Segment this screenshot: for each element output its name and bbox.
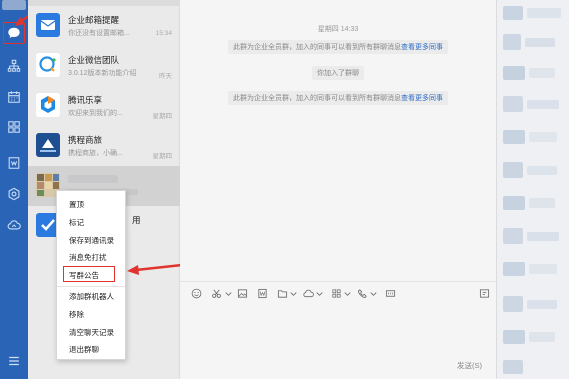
apps-dropdown-icon[interactable] [341, 287, 353, 299]
context-menu: 置顶 标记 保存到通讯录 消息免打扰 写群公告 添加群机器人 移除 清空聊天记录… [56, 190, 126, 360]
item-time: 星期四 [152, 153, 173, 160]
menu-item-mark[interactable]: 标记 [69, 217, 84, 228]
group-name-blurred [68, 175, 118, 183]
calendar-icon[interactable] [5, 88, 23, 106]
word-file-icon[interactable] [256, 287, 268, 299]
folder-dropdown-icon[interactable] [287, 287, 299, 299]
item-time: 15:34 [155, 30, 172, 37]
blurred-block [529, 264, 557, 274]
blurred-block [527, 100, 559, 109]
wecom-team-avatar [36, 53, 60, 77]
blurred-block [529, 198, 555, 208]
lexiang-avatar [36, 93, 60, 117]
chat-window: 星期四 14:33 此群为企业全员群，加入的同事可以看到所有群聊消息查看更多同事… [180, 0, 496, 379]
menu-item-write-announcement[interactable]: 写群公告 [69, 270, 99, 281]
blurred-block [527, 8, 561, 18]
blurred-block [503, 66, 525, 80]
phone-dropdown-icon[interactable] [367, 287, 379, 299]
item-name: 用 [132, 215, 141, 225]
item-preview: 你还没有设置邮箱... [68, 30, 130, 37]
blurred-block [503, 296, 523, 312]
blurred-block [503, 228, 523, 244]
send-button[interactable]: 发送(S) [457, 360, 482, 371]
image-icon[interactable] [236, 287, 248, 299]
user-avatar[interactable] [2, 0, 26, 10]
menu-item-pin[interactable]: 置顶 [69, 199, 84, 210]
list-item[interactable]: 企业邮箱提醒 你还没有设置邮箱... 15:34 [28, 6, 180, 46]
mail-avatar [36, 13, 60, 37]
blurred-block [503, 34, 521, 50]
screenshot-dropdown-icon[interactable] [222, 287, 234, 299]
menu-item-add-bot[interactable]: 添加群机器人 [69, 291, 114, 302]
blurred-block [529, 68, 555, 78]
blurred-block [503, 130, 525, 144]
blurred-block [503, 262, 525, 276]
history-icon[interactable] [478, 287, 490, 299]
item-time: 昨天 [159, 73, 172, 80]
view-more-colleagues-link[interactable]: 查看更多同事 [401, 95, 443, 102]
contacts-icon[interactable] [5, 57, 23, 75]
emoji-icon[interactable] [190, 287, 202, 299]
view-more-colleagues-link[interactable]: 查看更多同事 [401, 44, 443, 51]
item-preview: 3.0.12版本新功能介绍 [68, 70, 137, 77]
member-panel-blurred [496, 0, 569, 379]
item-time: 星期四 [152, 113, 173, 120]
list-item[interactable]: 腾讯乐享 欢迎来到我们的... 星期四 [28, 86, 180, 126]
system-message-text: 你加入了群聊 [317, 70, 359, 77]
system-message-text: 此群为企业全员群，加入的同事可以看到所有群聊消息 [233, 95, 401, 102]
menu-item-remove[interactable]: 移除 [69, 309, 84, 320]
chat-icon[interactable] [5, 24, 23, 42]
menu-item-clear-history[interactable]: 清空聊天记录 [69, 327, 114, 338]
settings-icon[interactable] [5, 185, 23, 203]
input-divider [180, 281, 496, 282]
item-name: 企业邮箱提醒 [68, 15, 120, 25]
blurred-block [529, 332, 555, 342]
blurred-block [527, 166, 557, 175]
blurred-block [503, 96, 523, 112]
blurred-block [503, 360, 523, 374]
menu-divider [57, 286, 125, 287]
nav-rail [0, 0, 28, 379]
screenshot-icon[interactable] [210, 287, 222, 299]
blurred-block [503, 196, 525, 210]
apps-icon[interactable] [5, 118, 23, 136]
input-toolbar [190, 287, 490, 301]
doc-icon[interactable] [5, 154, 23, 172]
blurred-block [529, 132, 557, 142]
item-preview: 携程商旅，小确... [68, 150, 123, 157]
blurred-block [503, 6, 523, 20]
blurred-block [503, 330, 525, 344]
list-item[interactable]: 企业微信团队 3.0.12版本新功能介绍 昨天 [28, 46, 180, 86]
item-name: 企业微信团队 [68, 55, 120, 65]
live-icon[interactable] [384, 287, 396, 299]
ctrip-avatar [36, 133, 60, 157]
system-message: 你加入了群聊 [312, 66, 364, 80]
cloud-icon[interactable] [5, 216, 23, 234]
blurred-block [527, 232, 559, 241]
list-item[interactable]: 携程商旅 携程商旅，小确... 星期四 [28, 126, 180, 166]
menu-item-mute[interactable]: 消息免打扰 [69, 252, 107, 263]
item-preview: 欢迎来到我们的... [68, 110, 123, 117]
blurred-block [527, 300, 557, 309]
system-message: 此群为企业全员群，加入的同事可以看到所有群聊消息查看更多同事 [228, 91, 448, 105]
message-timestamp: 星期四 14:33 [317, 26, 359, 33]
item-name: 腾讯乐享 [68, 95, 103, 105]
menu-icon[interactable] [5, 352, 23, 370]
blurred-block [525, 38, 555, 47]
menu-item-save-contacts[interactable]: 保存到通讯录 [69, 235, 114, 246]
blurred-block [503, 162, 523, 178]
item-name: 携程商旅 [68, 135, 103, 145]
cloud-dropdown-icon[interactable] [313, 287, 325, 299]
menu-item-exit-group[interactable]: 退出群聊 [69, 344, 99, 355]
system-message-text: 此群为企业全员群，加入的同事可以看到所有群聊消息 [233, 44, 401, 51]
system-message: 此群为企业全员群，加入的同事可以看到所有群聊消息查看更多同事 [228, 40, 448, 54]
